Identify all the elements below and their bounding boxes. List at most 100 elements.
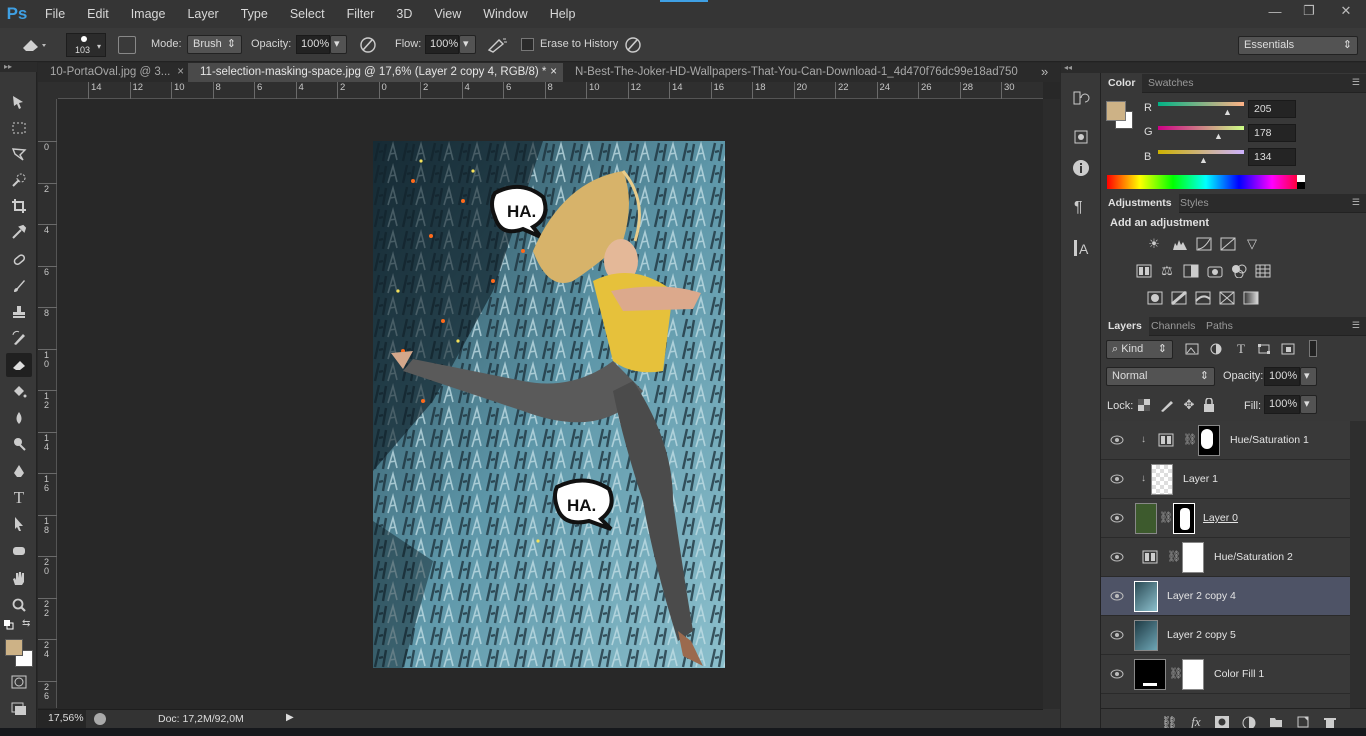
- visibility-eye-icon[interactable]: [1110, 434, 1124, 446]
- panel-menu-icon[interactable]: ☰: [1352, 320, 1360, 331]
- move-tool-icon[interactable]: [6, 90, 32, 114]
- filter-type-icon[interactable]: T: [1233, 342, 1249, 356]
- lasso-tool-icon[interactable]: [6, 142, 32, 166]
- airbrush-icon[interactable]: [486, 36, 508, 54]
- panel-menu-icon[interactable]: ☰: [1352, 197, 1360, 208]
- tab-channels[interactable]: Channels: [1144, 317, 1202, 336]
- filter-smart-object-icon[interactable]: [1281, 343, 1297, 357]
- brush-panel-toggle-icon[interactable]: [118, 36, 136, 54]
- tab-close-icon[interactable]: ×: [177, 63, 184, 82]
- posterize-icon[interactable]: [1171, 291, 1187, 305]
- layer-name[interactable]: Layer 1: [1183, 473, 1218, 485]
- panel-collapse-icon[interactable]: ◂◂: [1061, 63, 1101, 73]
- menu-help[interactable]: Help: [539, 0, 587, 28]
- levels-icon[interactable]: [1172, 237, 1188, 251]
- hue-saturation-icon[interactable]: [1136, 264, 1152, 278]
- tab-joker-wallpapers[interactable]: N-Best-The-Joker-HD-Wallpapers-That-You-…: [563, 63, 1033, 82]
- ruler-origin[interactable]: [38, 82, 58, 99]
- quick-selection-tool-icon[interactable]: [6, 168, 32, 192]
- mask-link-icon[interactable]: ⛓: [1159, 511, 1173, 524]
- layer-thumbnail[interactable]: [1134, 581, 1158, 612]
- layer-mask-thumbnail[interactable]: [1182, 659, 1204, 690]
- eraser-tool-preset-icon[interactable]: [20, 36, 48, 54]
- layer-row[interactable]: ↓ ⛓ Hue/Saturation 1: [1101, 421, 1350, 460]
- layers-scrollbar[interactable]: [1350, 421, 1366, 708]
- layer-name[interactable]: Hue/Saturation 1: [1230, 434, 1309, 446]
- pen-tool-icon[interactable]: [6, 460, 32, 484]
- mask-link-icon[interactable]: ⛓: [1183, 433, 1197, 446]
- r-slider[interactable]: [1158, 102, 1244, 106]
- layer-thumbnail[interactable]: [1151, 464, 1173, 495]
- default-colors-icon[interactable]: [4, 620, 14, 630]
- tab-adjustments[interactable]: Adjustments: [1101, 194, 1179, 213]
- menu-edit[interactable]: Edit: [76, 0, 120, 28]
- filter-pixel-icon[interactable]: [1185, 343, 1201, 357]
- color-lookup-icon[interactable]: [1255, 264, 1271, 278]
- 3d-panel-icon[interactable]: [1072, 129, 1090, 147]
- tab-swatches[interactable]: Swatches: [1141, 74, 1201, 93]
- path-selection-tool-icon[interactable]: [6, 512, 32, 536]
- close-button[interactable]: ✕: [1326, 0, 1366, 22]
- restore-button[interactable]: ❐: [1292, 0, 1326, 22]
- blend-mode-select[interactable]: Normal ⇕: [1106, 367, 1215, 386]
- spectrum-white-sample[interactable]: [1297, 175, 1305, 182]
- history-panel-icon[interactable]: [1072, 89, 1090, 107]
- lock-all-icon[interactable]: [1203, 398, 1219, 412]
- rectangle-tool-icon[interactable]: [6, 539, 32, 563]
- lock-transparent-icon[interactable]: [1138, 399, 1154, 413]
- type-tool-icon[interactable]: T: [6, 486, 32, 510]
- visibility-eye-icon[interactable]: [1110, 473, 1124, 485]
- paragraph-panel-icon[interactable]: ¶: [1074, 199, 1083, 217]
- menu-type[interactable]: Type: [230, 0, 279, 28]
- hand-tool-icon[interactable]: [6, 567, 32, 591]
- color-balance-icon[interactable]: ⚖: [1159, 264, 1175, 278]
- status-menu-arrow-icon[interactable]: ▶: [286, 712, 294, 723]
- layer-filter-kind-select[interactable]: ⌕ Kind ⇕: [1106, 340, 1173, 359]
- lock-position-icon[interactable]: ✥: [1181, 398, 1197, 412]
- b-slider[interactable]: [1158, 150, 1244, 154]
- visibility-eye-icon[interactable]: [1110, 512, 1124, 524]
- workspace-select[interactable]: Essentials ⇕: [1238, 36, 1358, 55]
- layer-name[interactable]: Hue/Saturation 2: [1214, 551, 1293, 563]
- layer-mask-thumbnail[interactable]: [1173, 503, 1195, 534]
- canvas-area[interactable]: HA. HA.: [58, 99, 1043, 708]
- b-input[interactable]: 134: [1248, 148, 1296, 166]
- panel-menu-icon[interactable]: ☰: [1352, 77, 1360, 88]
- color-panel-foreground-swatch[interactable]: [1106, 101, 1126, 121]
- menu-window[interactable]: Window: [472, 0, 538, 28]
- paint-bucket-tool-icon[interactable]: [6, 380, 32, 404]
- fill-input[interactable]: 100%: [1264, 395, 1300, 414]
- visibility-eye-icon[interactable]: [1110, 629, 1124, 641]
- eyedropper-tool-icon[interactable]: [6, 220, 32, 244]
- layer-row[interactable]: ↓ Layer 1: [1101, 460, 1350, 499]
- layer-row[interactable]: ⛓ Color Fill 1: [1101, 655, 1350, 694]
- filter-toggle-icon[interactable]: [1309, 340, 1317, 357]
- layer-row[interactable]: ⛓ Hue/Saturation 2: [1101, 538, 1350, 577]
- tab-selection-masking-space[interactable]: 11-selection-masking-space.jpg @ 17,6% (…: [188, 63, 563, 82]
- b-slider-thumb-icon[interactable]: ▲: [1199, 155, 1208, 165]
- mode-select[interactable]: Brush ⇕: [187, 35, 242, 54]
- vertical-scrollbar[interactable]: [1043, 99, 1060, 728]
- filter-shape-icon[interactable]: [1257, 343, 1273, 357]
- info-panel-icon[interactable]: [1072, 159, 1090, 177]
- swap-colors-icon[interactable]: ⇆: [22, 618, 34, 630]
- color-spectrum-bar[interactable]: [1107, 175, 1305, 189]
- layer-row-selected[interactable]: Layer 2 copy 4: [1101, 577, 1350, 616]
- screen-mode-icon[interactable]: [6, 697, 32, 721]
- brightness-contrast-icon[interactable]: ☀: [1146, 237, 1162, 251]
- tab-paths[interactable]: Paths: [1199, 317, 1240, 336]
- layer-opacity-input[interactable]: 100%: [1264, 367, 1300, 386]
- layer-name[interactable]: Layer 0: [1203, 512, 1238, 524]
- g-input[interactable]: 178: [1248, 124, 1296, 142]
- layer-style-icon[interactable]: fx: [1188, 715, 1204, 729]
- layer-mask-thumbnail[interactable]: [1198, 425, 1220, 456]
- history-brush-tool-icon[interactable]: [6, 326, 32, 350]
- brush-preset-picker[interactable]: 103 ▾: [66, 33, 106, 57]
- g-slider-thumb-icon[interactable]: ▲: [1214, 131, 1223, 141]
- color-fill-thumbnail[interactable]: [1134, 659, 1166, 690]
- vibrance-icon[interactable]: ▽: [1244, 237, 1260, 251]
- tab-color[interactable]: Color: [1101, 74, 1143, 93]
- eraser-tool-icon[interactable]: [6, 353, 32, 377]
- menu-view[interactable]: View: [423, 0, 472, 28]
- layer-name[interactable]: Color Fill 1: [1214, 668, 1264, 680]
